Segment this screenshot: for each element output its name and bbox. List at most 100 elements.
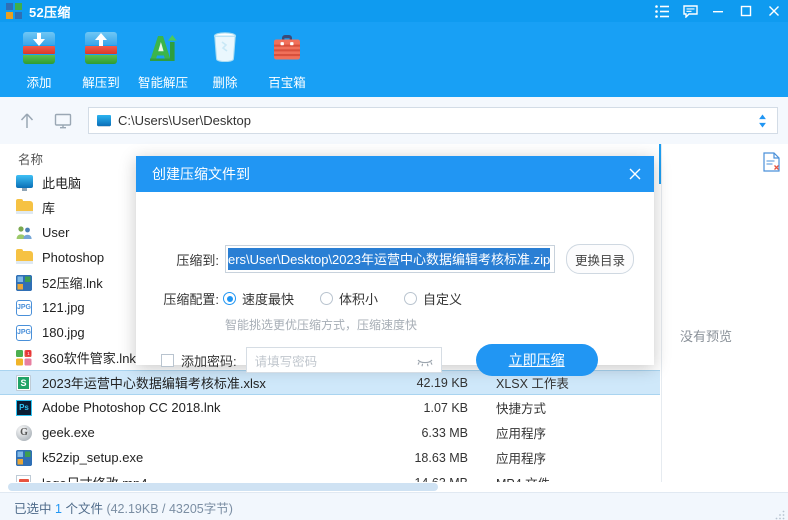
preview-empty-text: 没有预览: [680, 326, 732, 345]
dialog-title: 创建压缩文件到: [152, 164, 250, 184]
toolbar-label: 添加: [26, 72, 51, 91]
resize-grip[interactable]: [775, 508, 785, 518]
compression-hint: 智能挑选更优压缩方式，压缩速度快: [225, 316, 417, 333]
archive-path-label: 压缩到:: [136, 250, 219, 269]
title-bar: 52压缩: [0, 0, 788, 22]
compress-now-button[interactable]: 立即压缩: [476, 344, 598, 376]
radio-label: 速度最快: [242, 289, 294, 308]
file-name: 180.jpg: [42, 325, 85, 340]
toolbar-button-smart-extract[interactable]: 智能解压: [132, 22, 194, 97]
zip-app-icon: [16, 449, 34, 467]
scrollbar-thumb[interactable]: [8, 483, 438, 491]
preview-pane: 没有预览: [661, 144, 788, 482]
file-name: k52zip_setup.exe: [42, 450, 143, 465]
photoshop-icon: Ps: [16, 399, 34, 417]
create-archive-dialog: 创建压缩文件到 压缩到: ers\User\Desktop\2023年运营中心数…: [136, 156, 654, 365]
monitor-icon[interactable]: [50, 108, 76, 134]
minimize-icon[interactable]: [704, 0, 732, 22]
app-window: 52压缩: [0, 0, 788, 520]
radio-label: 体积小: [339, 289, 378, 308]
toolbar-label: 解压到: [82, 72, 120, 91]
jpg-icon: JPG: [16, 324, 34, 342]
app-logo-icon: [6, 3, 22, 19]
toolbar-button-delete[interactable]: 删除: [194, 22, 256, 97]
compression-config-row: 压缩配置: 速度最快 体积小 自定义: [136, 289, 654, 308]
360-icon: 1: [16, 349, 34, 367]
spinner-updown-icon[interactable]: [757, 113, 768, 129]
folder-icon: [16, 199, 34, 217]
table-row[interactable]: logo尺寸修改.mp4 14.63 MB MP4 文件: [0, 470, 660, 482]
address-path-text: C:\Users\User\Desktop: [118, 113, 251, 128]
file-type: 快捷方式: [496, 398, 546, 417]
message-icon[interactable]: [676, 0, 704, 22]
status-suffix: 个文件: [65, 502, 103, 516]
file-name: 库: [42, 198, 55, 217]
table-row[interactable]: Ps Adobe Photoshop CC 2018.lnk 1.07 KB 快…: [0, 395, 660, 420]
compress-now-label: 立即压缩: [509, 350, 565, 370]
compression-config-label: 压缩配置:: [136, 289, 219, 308]
mp4-icon: [16, 474, 34, 483]
toolbar-label: 智能解压: [138, 72, 188, 91]
toolbar-label: 百宝箱: [268, 72, 306, 91]
file-type: 应用程序: [496, 448, 546, 467]
radio-fastest[interactable]: 速度最快: [223, 289, 294, 308]
file-name: 121.jpg: [42, 300, 85, 315]
file-name: 52压缩.lnk: [42, 273, 103, 292]
change-directory-button[interactable]: 更换目录: [566, 244, 634, 274]
table-row[interactable]: k52zip_setup.exe 18.63 MB 应用程序: [0, 445, 660, 470]
status-prefix: 已选中: [14, 502, 52, 516]
users-icon: [16, 224, 34, 242]
status-bar: 已选中 1 个文件 (42.19KB / 43205字节): [0, 492, 788, 520]
password-row: 添加密码: 请填写密码 立即压缩: [136, 344, 654, 376]
toolbar-button-add[interactable]: 添加: [8, 22, 70, 97]
close-icon[interactable]: [616, 156, 654, 192]
zip-app-icon: [16, 274, 34, 292]
horizontal-scrollbar[interactable]: [8, 483, 660, 491]
file-name: 360软件管家.lnk: [42, 348, 136, 367]
status-detail: (42.19KB / 43205字节): [106, 502, 232, 516]
toolbox-icon: [267, 28, 307, 68]
table-row[interactable]: G geek.exe 6.33 MB 应用程序: [0, 420, 660, 445]
file-size: 14.63 MB: [368, 476, 468, 483]
address-input[interactable]: C:\Users\User\Desktop: [88, 107, 778, 134]
app-title: 52压缩: [29, 2, 71, 21]
eye-closed-icon[interactable]: [417, 355, 433, 365]
radio-dot-icon: [223, 292, 236, 305]
trash-icon: [205, 28, 245, 68]
file-size: 6.33 MB: [368, 426, 468, 440]
xlsx-icon: [16, 374, 34, 392]
toolbar-button-extract-to[interactable]: 解压到: [70, 22, 132, 97]
file-name: geek.exe: [42, 425, 95, 440]
geek-icon: G: [16, 424, 34, 442]
menu-icon[interactable]: [648, 0, 676, 22]
column-header-name[interactable]: 名称: [18, 149, 43, 168]
file-size: 1.07 KB: [368, 401, 468, 415]
archive-add-icon: [19, 28, 59, 68]
add-password-label: 添加密码:: [181, 351, 237, 370]
close-icon[interactable]: [760, 0, 788, 22]
status-count: 1: [55, 502, 62, 516]
radio-smallest[interactable]: 体积小: [320, 289, 378, 308]
arrow-up-icon[interactable]: [14, 108, 40, 134]
archive-path-input[interactable]: ers\User\Desktop\2023年运营中心数据编辑考核标准.zip: [225, 245, 555, 273]
maximize-icon[interactable]: [732, 0, 760, 22]
archive-path-value: ers\User\Desktop\2023年运营中心数据编辑考核标准.zip: [228, 248, 550, 270]
add-password-checkbox[interactable]: [161, 354, 174, 367]
toolbar-label: 删除: [212, 72, 237, 91]
window-controls: [648, 0, 788, 22]
radio-dot-icon: [320, 292, 333, 305]
file-type: 应用程序: [496, 423, 546, 442]
password-input[interactable]: 请填写密码: [246, 347, 442, 373]
monitor-icon: [16, 174, 34, 192]
address-bar: C:\Users\User\Desktop: [0, 97, 788, 144]
radio-custom[interactable]: 自定义: [404, 289, 462, 308]
dialog-title-bar: 创建压缩文件到: [136, 156, 654, 192]
radio-dot-icon: [404, 292, 417, 305]
file-name: User: [42, 225, 69, 240]
toolbar-button-toolbox[interactable]: 百宝箱: [256, 22, 318, 97]
archive-path-row: 压缩到: ers\User\Desktop\2023年运营中心数据编辑考核标准.…: [136, 244, 654, 274]
radio-label: 自定义: [423, 289, 462, 308]
file-name: 此电脑: [42, 173, 81, 192]
file-no-preview-icon: [763, 152, 781, 172]
ai-extract-icon: [143, 28, 183, 68]
